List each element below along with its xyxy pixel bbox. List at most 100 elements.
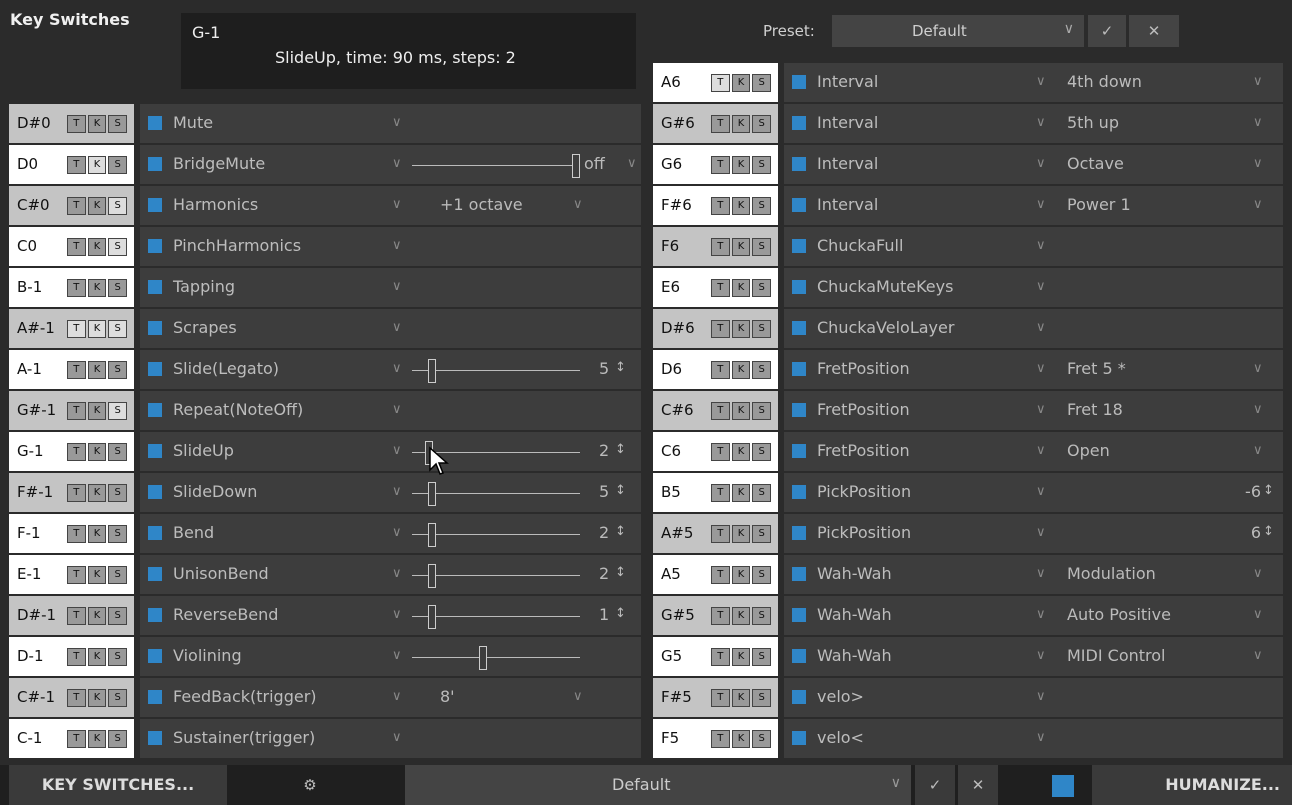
chevron-down-icon[interactable]: ∨ <box>573 197 583 212</box>
key-cell[interactable]: B5 T K S <box>653 473 778 512</box>
key-cell[interactable]: D#-1 T K S <box>9 596 134 635</box>
spinner-icon[interactable]: ↕ <box>615 524 626 539</box>
humanize-button[interactable]: HUMANIZE... <box>1092 765 1292 805</box>
option-value[interactable]: 8' <box>440 687 455 706</box>
toggle-t[interactable]: T <box>711 689 730 707</box>
enable-checkbox[interactable] <box>148 198 162 212</box>
enable-checkbox[interactable] <box>148 362 162 376</box>
function-name[interactable]: Scrapes <box>173 318 237 337</box>
function-name[interactable]: Mute <box>173 113 213 132</box>
key-cell[interactable]: G#5 T K S <box>653 596 778 635</box>
chevron-down-icon[interactable]: ∨ <box>392 689 402 704</box>
toggle-t[interactable]: T <box>711 156 730 174</box>
chevron-down-icon[interactable]: ∨ <box>392 443 402 458</box>
key-cell[interactable]: D#0 T K S <box>9 104 134 143</box>
toggle-t[interactable]: T <box>67 566 86 584</box>
toggle-s[interactable]: S <box>108 443 128 461</box>
slider-handle[interactable] <box>479 646 488 670</box>
function-name[interactable]: Wah-Wah <box>817 605 892 624</box>
chevron-down-icon[interactable]: ∨ <box>392 238 402 253</box>
chevron-down-icon[interactable]: ∨ <box>1036 689 1046 704</box>
toggle-t[interactable]: T <box>711 361 730 379</box>
function-name[interactable]: FeedBack(trigger) <box>173 687 317 706</box>
chevron-down-icon[interactable]: ∨ <box>1036 443 1046 458</box>
chevron-down-icon[interactable]: ∨ <box>1253 443 1263 458</box>
function-name[interactable]: PickPosition <box>817 482 911 501</box>
toggle-s[interactable]: S <box>752 361 772 379</box>
key-cell[interactable]: B-1 T K S <box>9 268 134 307</box>
option-value[interactable]: Open <box>1067 441 1110 460</box>
toggle-s[interactable]: S <box>752 238 772 256</box>
function-name[interactable]: FretPosition <box>817 359 910 378</box>
toggle-s[interactable]: S <box>752 525 772 543</box>
enable-checkbox[interactable] <box>148 321 162 335</box>
key-cell[interactable]: A#-1 T K S <box>9 309 134 348</box>
enable-checkbox[interactable] <box>148 649 162 663</box>
chevron-down-icon[interactable]: ∨ <box>392 197 402 212</box>
toggle-t[interactable]: T <box>67 320 86 338</box>
slider-track[interactable] <box>412 370 580 371</box>
key-cell[interactable]: G-1 T K S <box>9 432 134 471</box>
key-cell[interactable]: C-1 T K S <box>9 719 134 758</box>
enable-checkbox[interactable] <box>148 485 162 499</box>
chevron-down-icon[interactable]: ∨ <box>392 607 402 622</box>
option-value[interactable]: Power 1 <box>1067 195 1131 214</box>
toggle-k[interactable]: K <box>731 320 751 338</box>
option-value[interactable]: 4th down <box>1067 72 1142 91</box>
toggle-s[interactable]: S <box>108 361 128 379</box>
toggle-t[interactable]: T <box>711 443 730 461</box>
enable-checkbox[interactable] <box>792 403 806 417</box>
function-name[interactable]: Repeat(NoteOff) <box>173 400 303 419</box>
toggle-t[interactable]: T <box>67 443 86 461</box>
key-cell[interactable]: E6 T K S <box>653 268 778 307</box>
enable-checkbox[interactable] <box>148 157 162 171</box>
key-cell[interactable]: G6 T K S <box>653 145 778 184</box>
toggle-s[interactable]: S <box>752 730 772 748</box>
chevron-down-icon[interactable]: ∨ <box>1036 320 1046 335</box>
toggle-t[interactable]: T <box>67 279 86 297</box>
enable-checkbox[interactable] <box>792 649 806 663</box>
toggle-t[interactable]: T <box>67 156 86 174</box>
toggle-t[interactable]: T <box>711 115 730 133</box>
option-value[interactable]: +1 octave <box>440 195 523 214</box>
function-name[interactable]: Harmonics <box>173 195 258 214</box>
toggle-s[interactable]: S <box>752 320 772 338</box>
function-name[interactable]: velo> <box>817 687 864 706</box>
toggle-t[interactable]: T <box>711 566 730 584</box>
enable-checkbox[interactable] <box>792 75 806 89</box>
chevron-down-icon[interactable]: ∨ <box>1253 402 1263 417</box>
toggle-s[interactable]: S <box>108 566 128 584</box>
function-name[interactable]: Wah-Wah <box>817 564 892 583</box>
toggle-k[interactable]: K <box>87 156 107 174</box>
toggle-k[interactable]: K <box>87 402 107 420</box>
slider-track[interactable] <box>412 616 580 617</box>
function-name[interactable]: Tapping <box>173 277 235 296</box>
toggle-s[interactable]: S <box>108 525 128 543</box>
enable-checkbox[interactable] <box>792 362 806 376</box>
function-name[interactable]: UnisonBend <box>173 564 269 583</box>
toggle-t[interactable]: T <box>67 689 86 707</box>
toggle-s[interactable]: S <box>752 484 772 502</box>
chevron-down-icon[interactable]: ∨ <box>1036 402 1046 417</box>
toggle-s[interactable]: S <box>752 607 772 625</box>
toggle-s[interactable]: S <box>752 566 772 584</box>
key-cell[interactable]: G#-1 T K S <box>9 391 134 430</box>
chevron-down-icon[interactable]: ∨ <box>392 361 402 376</box>
chevron-down-icon[interactable]: ∨ <box>1253 648 1263 663</box>
toggle-s[interactable]: S <box>108 320 128 338</box>
option-value[interactable]: Fret 18 <box>1067 400 1123 419</box>
toggle-s[interactable]: S <box>752 279 772 297</box>
chevron-down-icon[interactable]: ∨ <box>392 279 402 294</box>
chevron-down-icon[interactable]: ∨ <box>1036 730 1046 745</box>
spinner-icon[interactable]: ↕ <box>615 606 626 621</box>
slider-handle[interactable] <box>428 564 436 588</box>
spinner-icon[interactable]: ↕ <box>615 360 626 375</box>
toggle-t[interactable]: T <box>711 648 730 666</box>
toggle-k[interactable]: K <box>731 156 751 174</box>
function-name[interactable]: ReverseBend <box>173 605 278 624</box>
key-cell[interactable]: F#6 T K S <box>653 186 778 225</box>
toggle-k[interactable]: K <box>87 115 107 133</box>
toggle-k[interactable]: K <box>731 525 751 543</box>
toggle-k[interactable]: K <box>87 525 107 543</box>
enable-checkbox[interactable] <box>792 567 806 581</box>
